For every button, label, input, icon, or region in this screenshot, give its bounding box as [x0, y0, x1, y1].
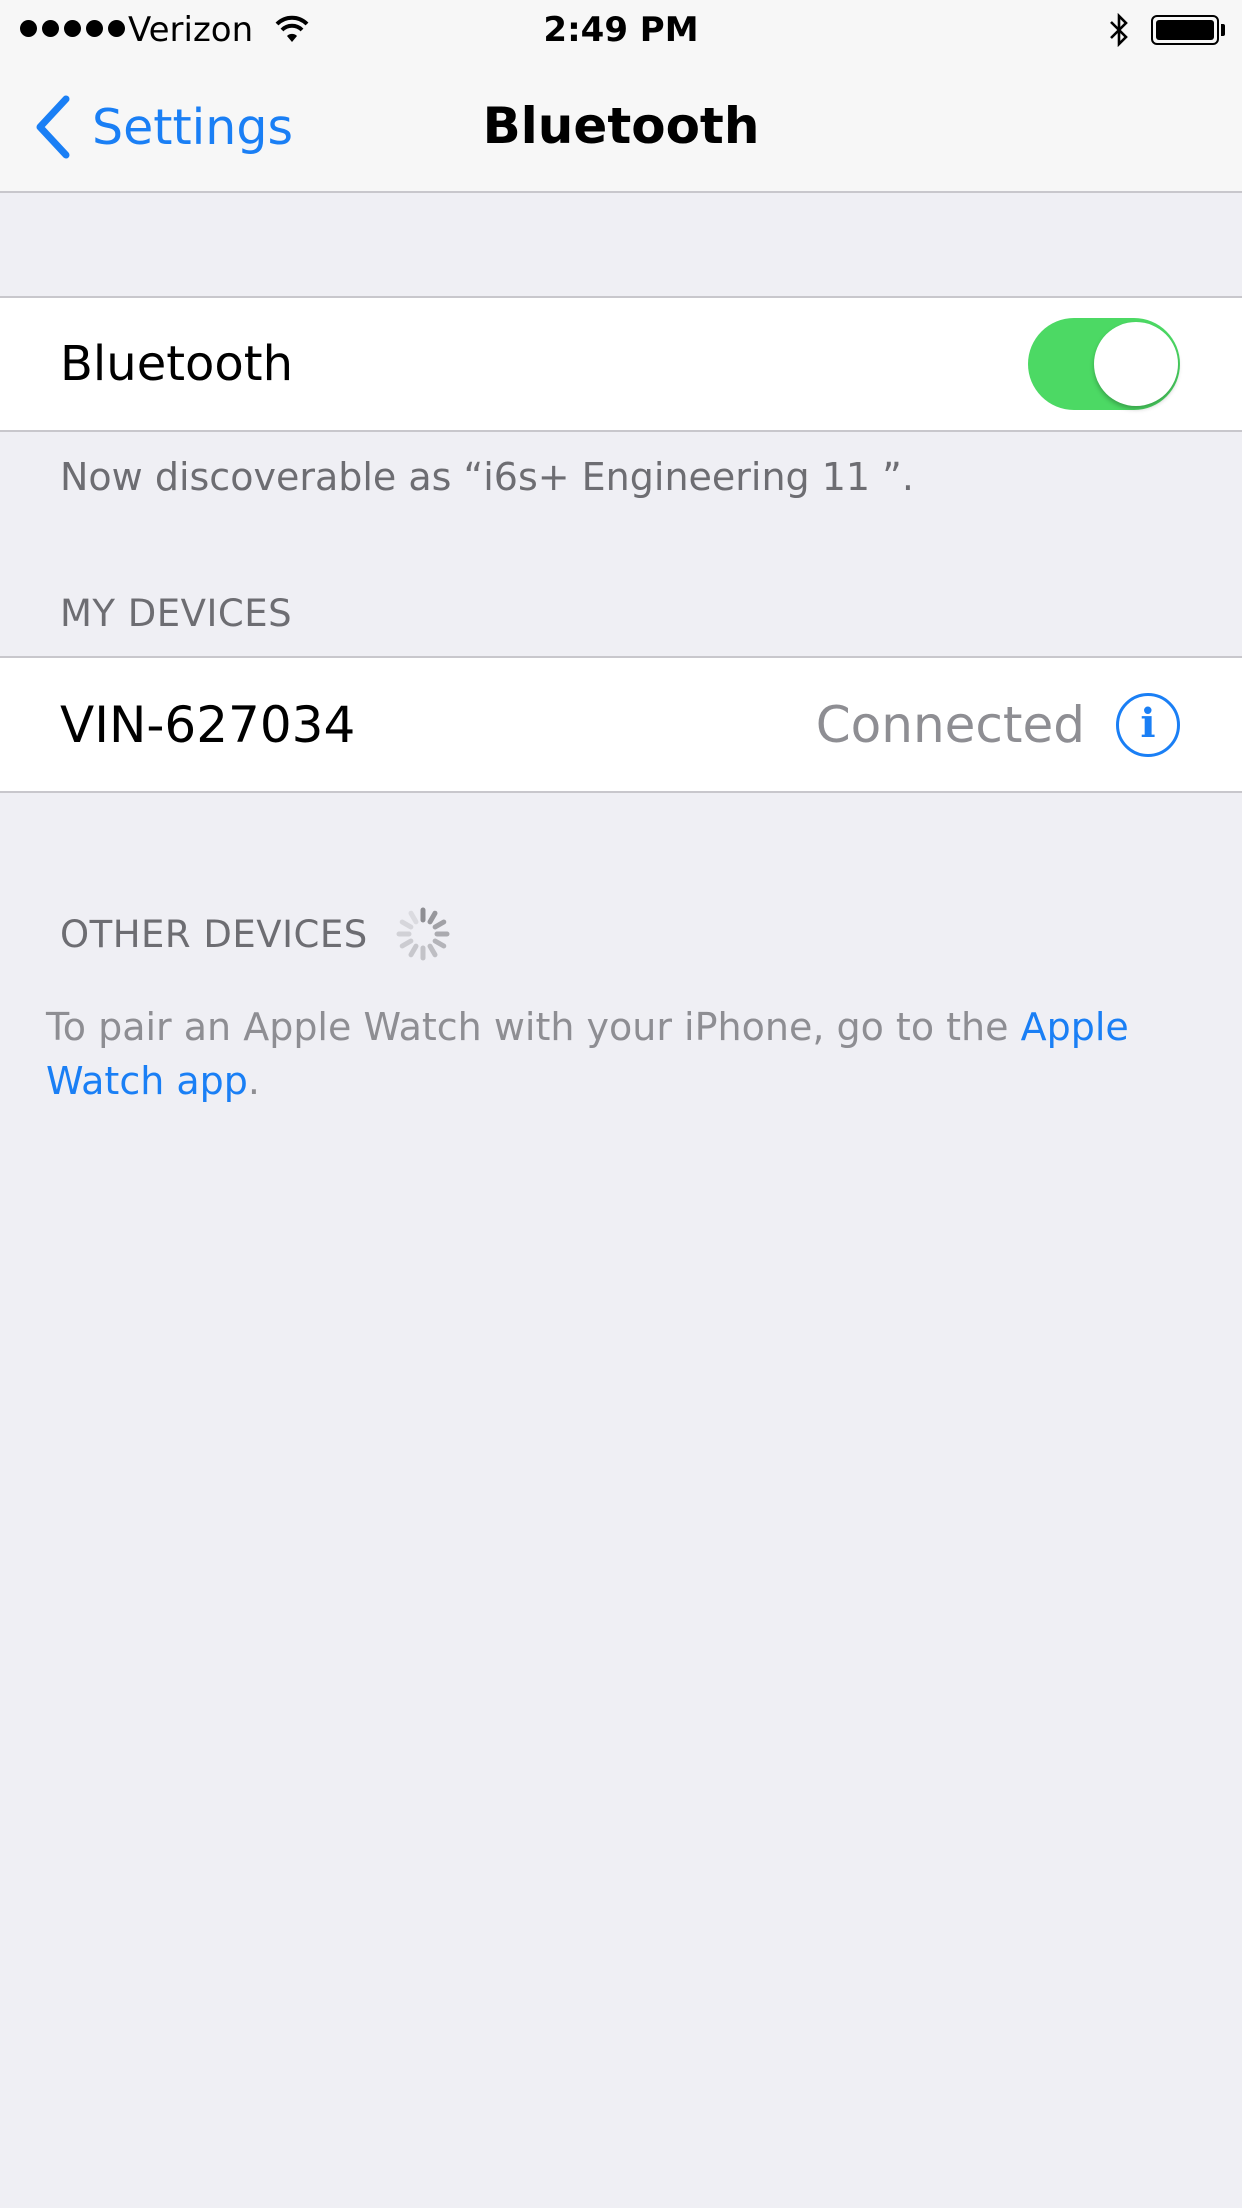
- status-time: 2:49 PM: [543, 10, 699, 50]
- battery-icon: [1151, 15, 1219, 45]
- discoverable-text: Now discoverable as “i6s+ Engineering 11…: [60, 455, 914, 499]
- status-bar: Verizon 2:49 PM: [0, 0, 1242, 60]
- my-devices-header: MY DEVICES: [60, 592, 293, 635]
- battery-tip: [1221, 24, 1225, 36]
- pair-hint-period: .: [247, 1059, 261, 1103]
- device-name: VIN-627034: [60, 696, 356, 754]
- battery-fill: [1156, 20, 1214, 40]
- activity-spinner-icon: [396, 907, 450, 961]
- bluetooth-label: Bluetooth: [60, 336, 294, 392]
- bluetooth-icon: [1110, 13, 1128, 47]
- page-title: Bluetooth: [482, 97, 760, 155]
- info-icon[interactable]: i: [1116, 693, 1180, 757]
- pair-hint-text: To pair an Apple Watch with your iPhone,…: [46, 1005, 1021, 1049]
- other-devices-header: OTHER DEVICES: [60, 913, 368, 956]
- device-row[interactable]: VIN-627034 Connected i: [0, 656, 1242, 793]
- bluetooth-toggle[interactable]: [1028, 318, 1180, 410]
- bluetooth-toggle-cell: Bluetooth: [0, 296, 1242, 432]
- device-status: Connected: [815, 696, 1085, 754]
- apple-watch-pair-hint: To pair an Apple Watch with your iPhone,…: [46, 1000, 1146, 1108]
- navigation-bar: Settings Bluetooth: [0, 60, 1242, 193]
- toggle-knob: [1094, 322, 1178, 406]
